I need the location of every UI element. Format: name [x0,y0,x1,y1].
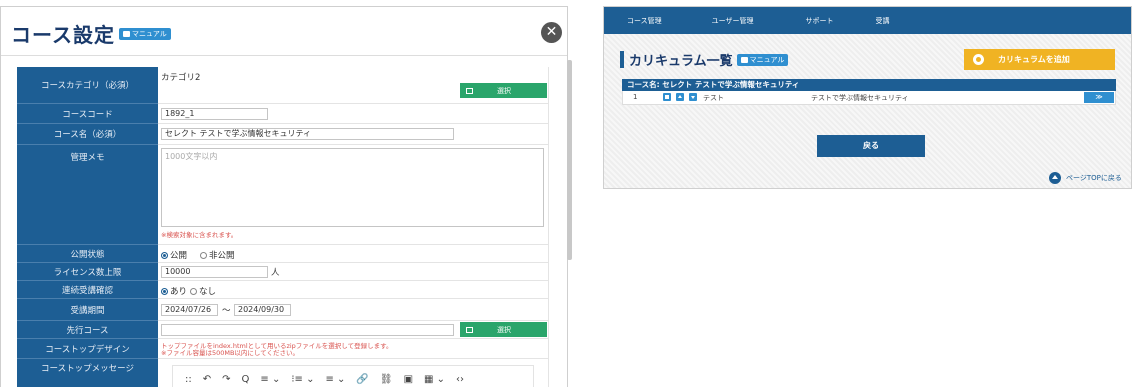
move-down-icon[interactable] [689,93,697,101]
radio-checked-icon [161,288,168,295]
memo-note: ※検索対象に含まれます。 [161,231,238,239]
link-icon[interactable]: 🔗 [356,374,368,385]
modal-scrollbar[interactable] [567,60,572,260]
design-note-2: ※ファイル容量は500MB以内にしてください。 [161,349,300,357]
nav-course-admin[interactable]: コース管理 [627,16,662,26]
course-name-input[interactable]: セレクト テストで学ぶ情報セキュリティ [161,128,454,140]
field-label: ライセンス数上限 [17,263,158,281]
field-admin-memo: 管理メモ 1000文字以内 ※検索対象に含まれます。 [17,145,549,245]
move-up-icon[interactable] [676,93,684,101]
field-label: 公開状態 [17,245,158,263]
license-limit-input[interactable]: 10000 [161,266,268,278]
modal-title: コース設定 [11,23,115,47]
close-button[interactable]: ✕ [541,22,562,43]
prior-course-input[interactable] [161,324,454,336]
add-icon [973,54,984,65]
field-label: コースカテゴリ（必須） [17,67,158,104]
course-code-input[interactable]: 1892_1 [161,108,268,120]
radio-checked-icon [161,252,168,259]
expand-button[interactable]: ≫ [1084,92,1114,103]
back-button[interactable]: 戻る [817,135,925,157]
top-nav: コース管理 ユーザー管理 サポート 受講 [604,7,1131,34]
field-label: 先行コース [17,321,158,339]
curriculum-header: カリキュラム一覧 マニュアル [620,50,789,69]
field-label: 管理メモ [17,145,158,245]
page-title: カリキュラム一覧 [629,54,733,69]
image-icon[interactable]: ▣ [404,374,413,385]
row-number: 1 [633,93,638,101]
row-type: テスト [703,94,724,102]
manual-link[interactable]: マニュアル [736,53,789,66]
field-course-name: コース名（必須） セレクト テストで学ぶ情報セキュリティ [17,124,549,145]
row-name[interactable]: テストで学ぶ情報セキュリティ [811,93,909,103]
curriculum-row: 1 テスト テストで学ぶ情報セキュリティ ≫ [622,91,1116,105]
status-radio-public[interactable]: 公開 [161,249,187,261]
nav-user-admin[interactable]: ユーザー管理 [712,16,754,26]
period-start-input[interactable]: 2024/07/26 [161,304,218,316]
field-label: コーストップデザイン [17,339,158,359]
code-icon[interactable]: ‹› [456,374,464,385]
course-settings-modal: コース設定 マニュアル ✕ コースカテゴリ（必須） カテゴリ2 選択 コースコー… [0,6,568,387]
field-label: コーストップメッセージ [17,359,158,387]
redo-icon[interactable]: ↷ [222,374,230,385]
book-icon [123,30,130,37]
align-icon[interactable]: ≡ ⌄ [260,374,280,385]
field-license-limit: ライセンス数上限 10000 人 [17,263,549,281]
numbered-list-icon[interactable]: ⁝≡ ⌄ [291,374,314,385]
period-end-input[interactable]: 2024/09/30 [234,304,291,316]
list-icon [466,87,473,94]
radio-unchecked-icon [200,252,207,259]
modal-header: コース設定 マニュアル [11,19,171,48]
field-prior-course: 先行コース 選択 [17,321,549,339]
period-separator: ～ [222,306,231,316]
nav-learning[interactable]: 受講 [876,16,890,26]
field-course-category: コースカテゴリ（必須） カテゴリ2 選択 [17,67,549,104]
field-label: 受講期間 [17,299,158,321]
admin-memo-textarea[interactable]: 1000文字以内 [161,148,544,227]
category-value: カテゴリ2 [161,73,201,83]
field-label: 連続受講確認 [17,281,158,299]
search-icon[interactable]: Q [242,374,250,385]
field-top-message: コーストップメッセージ :: ↶ ↷ Q ≡ ⌄ ⁝≡ ⌄ ≡ ⌄ 🔗 ⛓ ▣ … [17,359,549,387]
field-study-period: 受講期間 2024/07/26 ～ 2024/09/30 [17,299,549,321]
rich-text-toolbar: :: ↶ ↷ Q ≡ ⌄ ⁝≡ ⌄ ≡ ⌄ 🔗 ⛓ ▣ ▦ ⌄ ‹› [172,365,534,387]
table-icon[interactable]: ▦ ⌄ [424,374,445,385]
license-unit: 人 [271,268,280,278]
confirm-radio-no[interactable]: なし [190,285,216,297]
undo-icon[interactable]: ↶ [203,374,211,385]
field-course-code: コースコード 1892_1 [17,104,549,124]
status-radio-private[interactable]: 非公開 [200,249,235,261]
field-label: コースコード [17,104,158,124]
field-continuous-confirm: 連続受講確認 あり なし [17,281,549,299]
nav-support[interactable]: サポート [806,16,834,26]
unlink-icon[interactable]: ⛓ [380,374,393,385]
manual-link[interactable]: マニュアル [119,27,171,40]
drag-handle-icon[interactable]: :: [185,374,192,385]
move-icon[interactable] [663,93,671,101]
field-publish-status: 公開状態 公開 非公開 [17,245,549,263]
field-top-design: コーストップデザイン トップファイルをindex.htmlとして用いるzipファ… [17,339,549,359]
prior-course-select-button[interactable]: 選択 [460,322,547,337]
page-top-link[interactable]: ページTOPに戻る [1049,172,1122,184]
list-icon [466,326,473,333]
confirm-radio-yes[interactable]: あり [161,285,187,297]
book-icon [740,56,748,63]
field-label: コース名（必須） [17,124,158,145]
add-curriculum-button[interactable]: カリキュラムを追加 [964,49,1115,70]
radio-unchecked-icon [190,288,197,295]
category-select-button[interactable]: 選択 [460,83,547,98]
course-name-header: コース名: セレクト テストで学ぶ情報セキュリティ [622,79,1116,91]
title-accent [620,51,624,68]
header-divider [1,55,567,56]
curriculum-panel: コース管理 ユーザー管理 サポート 受講 カリキュラム一覧 マニュアル カリキュ… [603,6,1132,189]
arrow-up-icon [1049,172,1061,184]
bullet-list-icon[interactable]: ≡ ⌄ [325,374,345,385]
